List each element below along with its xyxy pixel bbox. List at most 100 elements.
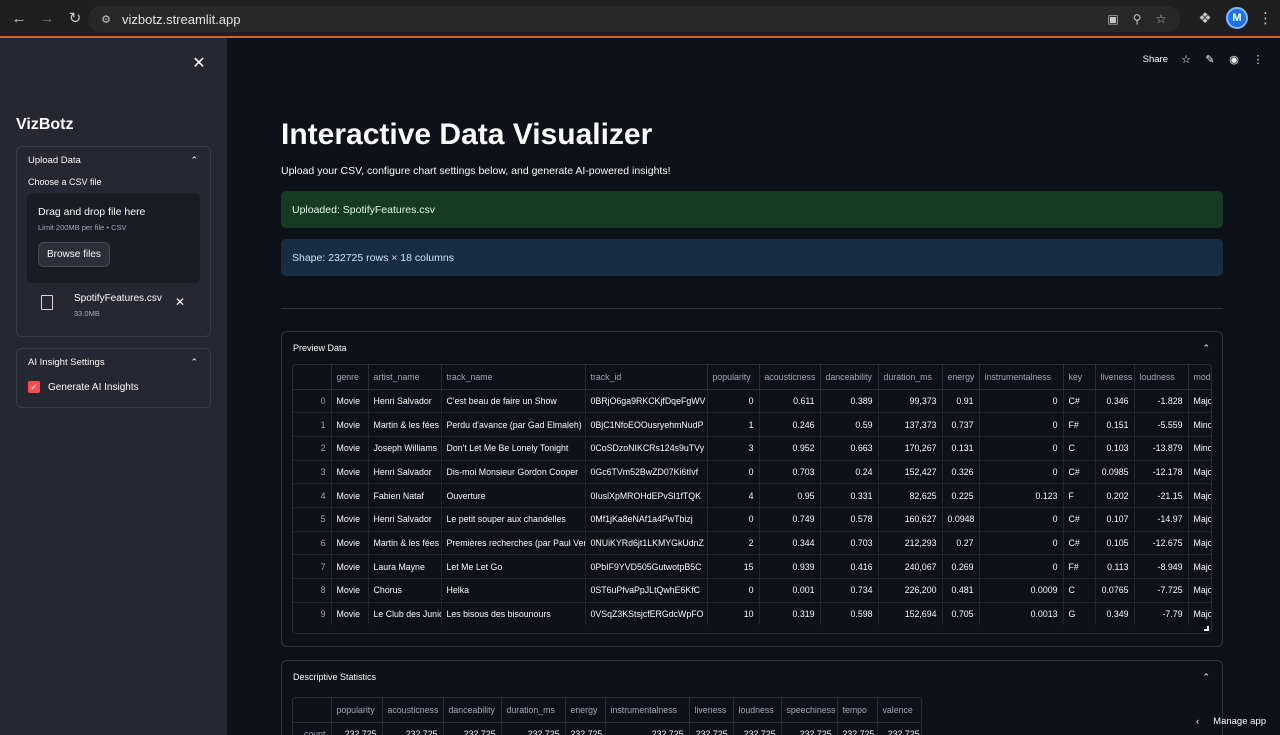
table-cell[interactable]: 232,725 xyxy=(565,722,606,735)
address-bar[interactable]: ⚙ vizbotz.streamlit.app ▣ ⚲ ☆ xyxy=(88,6,1180,32)
table-cell[interactable]: 15 xyxy=(707,554,760,579)
table-cell[interactable]: 0.24 xyxy=(820,460,879,485)
table-cell[interactable]: 0 xyxy=(979,531,1064,556)
table-cell[interactable]: Major xyxy=(1188,602,1211,627)
table-cell[interactable]: Movie xyxy=(331,507,369,532)
column-header-energy[interactable]: energy xyxy=(565,698,606,723)
table-cell[interactable]: 0.0765 xyxy=(1095,578,1135,603)
close-sidebar-icon[interactable]: ✕ xyxy=(190,54,208,72)
table-cell[interactable]: -5.559 xyxy=(1134,412,1189,437)
table-cell[interactable]: Movie xyxy=(331,578,369,603)
table-cell[interactable]: 0 xyxy=(707,507,760,532)
table-cell[interactable]: 0Mf1jKa8eNAf1a4PwTbizj xyxy=(585,507,708,532)
table-cell[interactable]: 0.734 xyxy=(820,578,879,603)
table-cell[interactable]: C# xyxy=(1063,531,1096,556)
manage-app-label[interactable]: Manage app xyxy=(1213,716,1266,727)
edit-pencil-icon[interactable]: ✎ xyxy=(1204,53,1216,66)
table-cell[interactable]: 1 xyxy=(707,412,760,437)
table-cell[interactable]: Joseph Williams xyxy=(368,436,442,461)
table-cell[interactable]: Movie xyxy=(331,602,369,627)
column-header-genre[interactable]: genre xyxy=(331,365,369,390)
table-cell[interactable]: 0 xyxy=(979,389,1064,414)
table-cell[interactable]: F# xyxy=(1063,554,1096,579)
column-header-loudness[interactable]: loudness xyxy=(733,698,782,723)
table-cell[interactable]: 0.0948 xyxy=(942,507,980,532)
table-cell[interactable]: 0.95 xyxy=(759,483,821,508)
column-header-valence[interactable]: valence xyxy=(877,698,921,723)
table-cell[interactable]: -7.79 xyxy=(1134,602,1189,627)
table-cell[interactable]: Le Club des Junio xyxy=(368,602,442,627)
table-cell[interactable]: 0.749 xyxy=(759,507,821,532)
table-cell[interactable]: 0.349 xyxy=(1095,602,1135,627)
table-cell[interactable]: 0Gc6TVm52BwZD07Ki6tIvf xyxy=(585,460,708,485)
table-cell[interactable]: -12.178 xyxy=(1134,460,1189,485)
table-cell[interactable]: -8.949 xyxy=(1134,554,1189,579)
chevron-up-icon[interactable]: ⌃ xyxy=(1202,672,1210,683)
table-cell[interactable]: -14.97 xyxy=(1134,507,1189,532)
row-index[interactable]: 9 xyxy=(293,602,332,627)
star-icon[interactable]: ☆ xyxy=(1180,53,1192,66)
table-cell[interactable]: Movie xyxy=(331,436,369,461)
table-cell[interactable]: C'est beau de faire un Show xyxy=(441,389,586,414)
table-row[interactable]: count 232,725 232,725 232,725 232,725 232,725… xyxy=(293,722,921,735)
table-cell[interactable]: 0.269 xyxy=(942,554,980,579)
table-cell[interactable]: F# xyxy=(1063,412,1096,437)
table-cell[interactable]: Fabien Nataf xyxy=(368,483,442,508)
index-column-header[interactable] xyxy=(293,365,332,390)
table-cell[interactable]: 0 xyxy=(979,412,1064,437)
table-cell[interactable]: Major xyxy=(1188,578,1211,603)
table-cell[interactable]: -12.675 xyxy=(1134,531,1189,556)
table-cell[interactable]: 0.91 xyxy=(942,389,980,414)
table-cell[interactable]: 0.001 xyxy=(759,578,821,603)
table-cell[interactable]: 0.0009 xyxy=(979,578,1064,603)
table-cell[interactable]: 0.598 xyxy=(820,602,879,627)
table-cell[interactable]: 0.326 xyxy=(942,460,980,485)
site-settings-icon[interactable]: ⚙ xyxy=(98,11,114,27)
table-cell[interactable]: 0IuslXpMROHdEPvSl1fTQK xyxy=(585,483,708,508)
row-index[interactable]: 6 xyxy=(293,531,332,556)
row-index[interactable]: 5 xyxy=(293,507,332,532)
table-cell[interactable]: 160,627 xyxy=(878,507,943,532)
table-cell[interactable]: 10 xyxy=(707,602,760,627)
forward-icon[interactable]: → xyxy=(34,5,60,31)
back-icon[interactable]: ← xyxy=(6,5,32,31)
table-cell[interactable]: Major xyxy=(1188,554,1211,579)
row-index[interactable]: 2 xyxy=(293,436,332,461)
preview-data-table[interactable]: genre artist_name track_name track_id popula… xyxy=(292,364,1212,634)
chevron-left-icon[interactable]: ‹ xyxy=(1196,716,1199,727)
table-cell[interactable]: Major xyxy=(1188,389,1211,414)
table-cell[interactable]: 0.107 xyxy=(1095,507,1135,532)
table-cell[interactable]: 232,725 xyxy=(382,722,444,735)
table-cell[interactable]: Let Me Let Go xyxy=(441,554,586,579)
table-cell[interactable]: Movie xyxy=(331,531,369,556)
table-cell[interactable]: 0 xyxy=(979,460,1064,485)
table-cell[interactable]: C xyxy=(1063,578,1096,603)
horizontal-scrollbar[interactable] xyxy=(293,625,1211,633)
table-cell[interactable]: 170,267 xyxy=(878,436,943,461)
table-cell[interactable]: 0.105 xyxy=(1095,531,1135,556)
table-cell[interactable]: 0 xyxy=(979,436,1064,461)
ai-insights-checkbox-row[interactable]: ✓ Generate AI Insights xyxy=(28,381,210,393)
table-cell[interactable]: 3 xyxy=(707,436,760,461)
column-header-popularity[interactable]: popularity xyxy=(331,698,383,723)
table-cell[interactable]: 0.151 xyxy=(1095,412,1135,437)
row-index[interactable]: 7 xyxy=(293,554,332,579)
table-cell[interactable]: F xyxy=(1063,483,1096,508)
table-cell[interactable]: Minor xyxy=(1188,436,1211,461)
table-cell[interactable]: 0.703 xyxy=(820,531,879,556)
chevron-up-icon[interactable]: ⌃ xyxy=(190,357,198,368)
descriptive-stats-header[interactable]: Descriptive Statistics ⌃ xyxy=(282,661,1222,693)
table-cell[interactable]: 0.611 xyxy=(759,389,821,414)
table-cell[interactable]: 0CoSDzoNIKCRs124s9uTVy xyxy=(585,436,708,461)
upload-data-header[interactable]: Upload Data ⌃ xyxy=(17,147,210,173)
table-cell[interactable]: Les bisous des bisounours xyxy=(441,602,586,627)
table-row[interactable]: 3 Movie Henri Salvador Dis-moi Monsieur Gor… xyxy=(293,460,1211,485)
table-row[interactable]: 0 Movie Henri Salvador C'est beau de faire … xyxy=(293,389,1211,414)
table-cell[interactable]: 0BRjO6ga9RKCKjfDqeFgWV xyxy=(585,389,708,414)
table-cell[interactable]: 226,200 xyxy=(878,578,943,603)
remove-file-icon[interactable]: ✕ xyxy=(175,295,185,309)
column-header-instrumentalness[interactable]: instrumentalness xyxy=(979,365,1064,390)
table-row[interactable]: 9 Movie Le Club des Junio Les bisous des bi… xyxy=(293,602,1211,627)
table-cell[interactable]: Major xyxy=(1188,507,1211,532)
table-cell[interactable]: 0 xyxy=(707,578,760,603)
